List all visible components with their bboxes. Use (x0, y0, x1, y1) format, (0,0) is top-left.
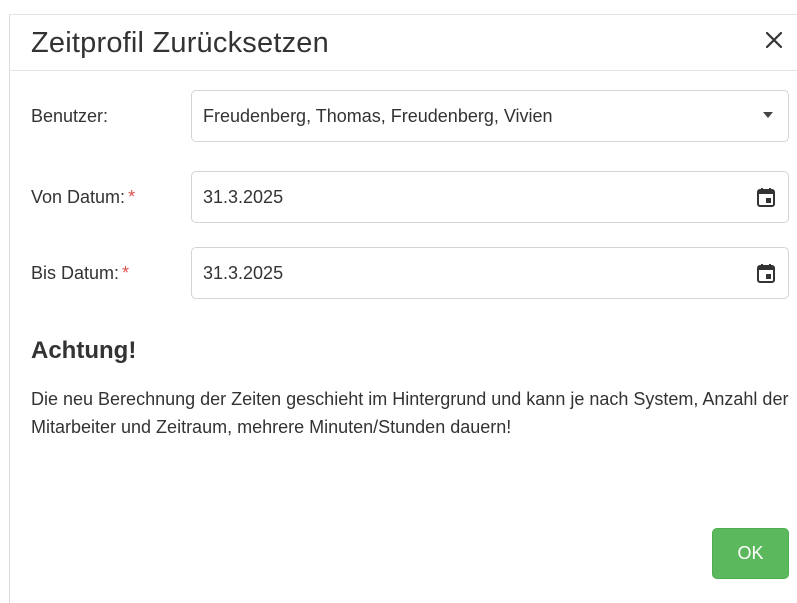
reset-time-profile-dialog: Zeitprofil Zurücksetzen Benutzer: Freude… (9, 14, 797, 603)
warning-text: Die neu Berechnung der Zeiten geschieht … (31, 389, 789, 437)
close-icon (764, 30, 784, 55)
from-date-input[interactable]: 31.3.2025 (191, 171, 789, 223)
from-date-value: 31.3.2025 (203, 187, 284, 207)
user-select[interactable]: Freudenberg, Thomas, Freudenberg, Vivien (191, 90, 789, 142)
required-mark: * (128, 187, 136, 207)
required-mark: * (122, 263, 130, 283)
dialog-header: Zeitprofil Zurücksetzen (10, 15, 797, 71)
ok-button[interactable]: OK (712, 528, 789, 579)
user-label-text: Benutzer: (31, 106, 109, 126)
chevron-down-icon (763, 112, 773, 118)
calendar-icon[interactable] (757, 263, 775, 283)
user-select-value: Freudenberg, Thomas, Freudenberg, Vivien (203, 106, 553, 126)
to-date-input[interactable]: 31.3.2025 (191, 247, 789, 299)
from-date-label-text: Von Datum: (31, 187, 126, 207)
form-row-user: Benutzer: Freudenberg, Thomas, Freudenbe… (10, 90, 797, 142)
to-date-value: 31.3.2025 (203, 263, 284, 283)
form-row-from-date: Von Datum: * 31.3.2025 (10, 171, 797, 223)
user-label: Benutzer: (31, 90, 108, 142)
close-button[interactable] (758, 25, 790, 59)
calendar-icon[interactable] (757, 187, 775, 207)
dialog-title: Zeitprofil Zurücksetzen (31, 27, 329, 59)
form-row-to-date: Bis Datum: * 31.3.2025 (10, 247, 797, 299)
from-date-label: Von Datum: * (31, 171, 135, 223)
to-date-label-text: Bis Datum: (31, 263, 120, 283)
warning-title: Achtung! (31, 337, 137, 364)
to-date-label: Bis Datum: * (31, 247, 129, 299)
